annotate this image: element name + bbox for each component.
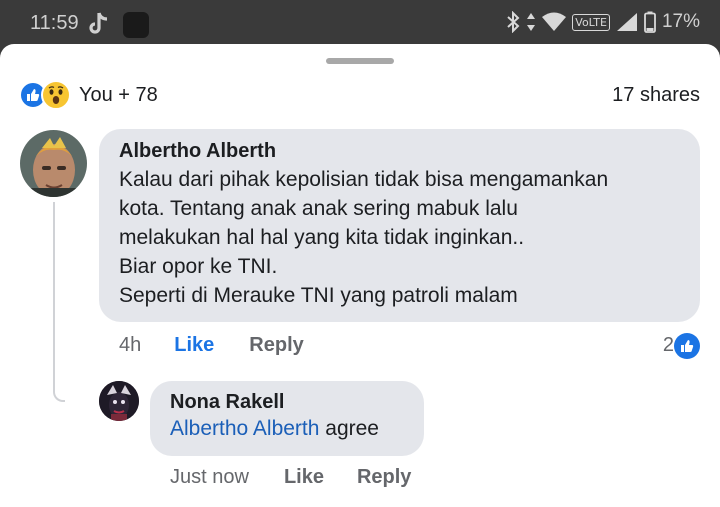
- comment-actions: 4h Like Reply: [119, 334, 304, 357]
- reply-body: agree: [325, 417, 379, 440]
- shares-count[interactable]: 17 shares: [612, 84, 700, 107]
- like-button[interactable]: Like: [284, 466, 324, 489]
- mention-link[interactable]: Albertho Alberth: [170, 417, 319, 440]
- comment-line: kota. Tentang anak anak sering mabuk lal…: [119, 197, 518, 220]
- reply-bubble[interactable]: Nona Rakell Albertho Alberth agree: [150, 381, 424, 456]
- status-icons: VoLTE 17%: [506, 11, 700, 33]
- thread-connector: [53, 202, 65, 402]
- comment-line: Kalau dari pihak kepolisian tidak bisa m…: [119, 168, 609, 191]
- reaction-count-text: You + 78: [79, 83, 158, 106]
- comment-line: Seperti di Merauke TNI yang patroli mala…: [119, 284, 518, 307]
- reaction-summary[interactable]: You + 78: [19, 80, 158, 110]
- comment-bubble[interactable]: Albertho Alberth Kalau dari pihak kepoli…: [99, 129, 700, 322]
- like-button[interactable]: Like: [174, 334, 214, 357]
- battery-icon: [644, 11, 656, 33]
- reply-button[interactable]: Reply: [249, 334, 303, 357]
- comment-line: Biar opor ke TNI.: [119, 255, 278, 278]
- app-icon: [123, 12, 149, 38]
- signal-icon: [616, 13, 637, 31]
- wow-icon: [41, 80, 71, 110]
- reply-timestamp: Just now: [170, 466, 249, 488]
- tiktok-icon: [89, 12, 108, 34]
- status-bar: 11:59 VoLTE 17%: [0, 0, 720, 48]
- comment-author[interactable]: Albertho Alberth: [119, 139, 680, 163]
- reply-button[interactable]: Reply: [357, 466, 411, 489]
- reply-author[interactable]: Nona Rakell: [170, 390, 404, 414]
- data-arrows-icon: [527, 13, 536, 31]
- avatar[interactable]: [99, 381, 139, 421]
- bluetooth-icon: [507, 11, 520, 33]
- drag-handle[interactable]: [326, 58, 394, 64]
- avatar[interactable]: [20, 130, 87, 197]
- comments-sheet: You + 78 17 shares Albertho Alberth Kala…: [0, 44, 720, 507]
- comment-line: melakukan hal hal yang kita tidak ingink…: [119, 226, 525, 249]
- volte-badge: VoLTE: [572, 13, 610, 31]
- like-icon[interactable]: [674, 333, 700, 359]
- comment-timestamp: 4h: [119, 334, 142, 356]
- comment-text: Kalau dari pihak kepolisian tidak bisa m…: [119, 165, 680, 310]
- battery-percentage: 17%: [661, 11, 700, 32]
- reply-text: Albertho Alberth agree: [170, 414, 404, 443]
- wifi-icon: [542, 12, 567, 31]
- reply-actions: Just now Like Reply: [170, 466, 411, 489]
- status-time: 11:59: [30, 12, 79, 34]
- comment-reaction-count[interactable]: 2: [663, 334, 674, 357]
